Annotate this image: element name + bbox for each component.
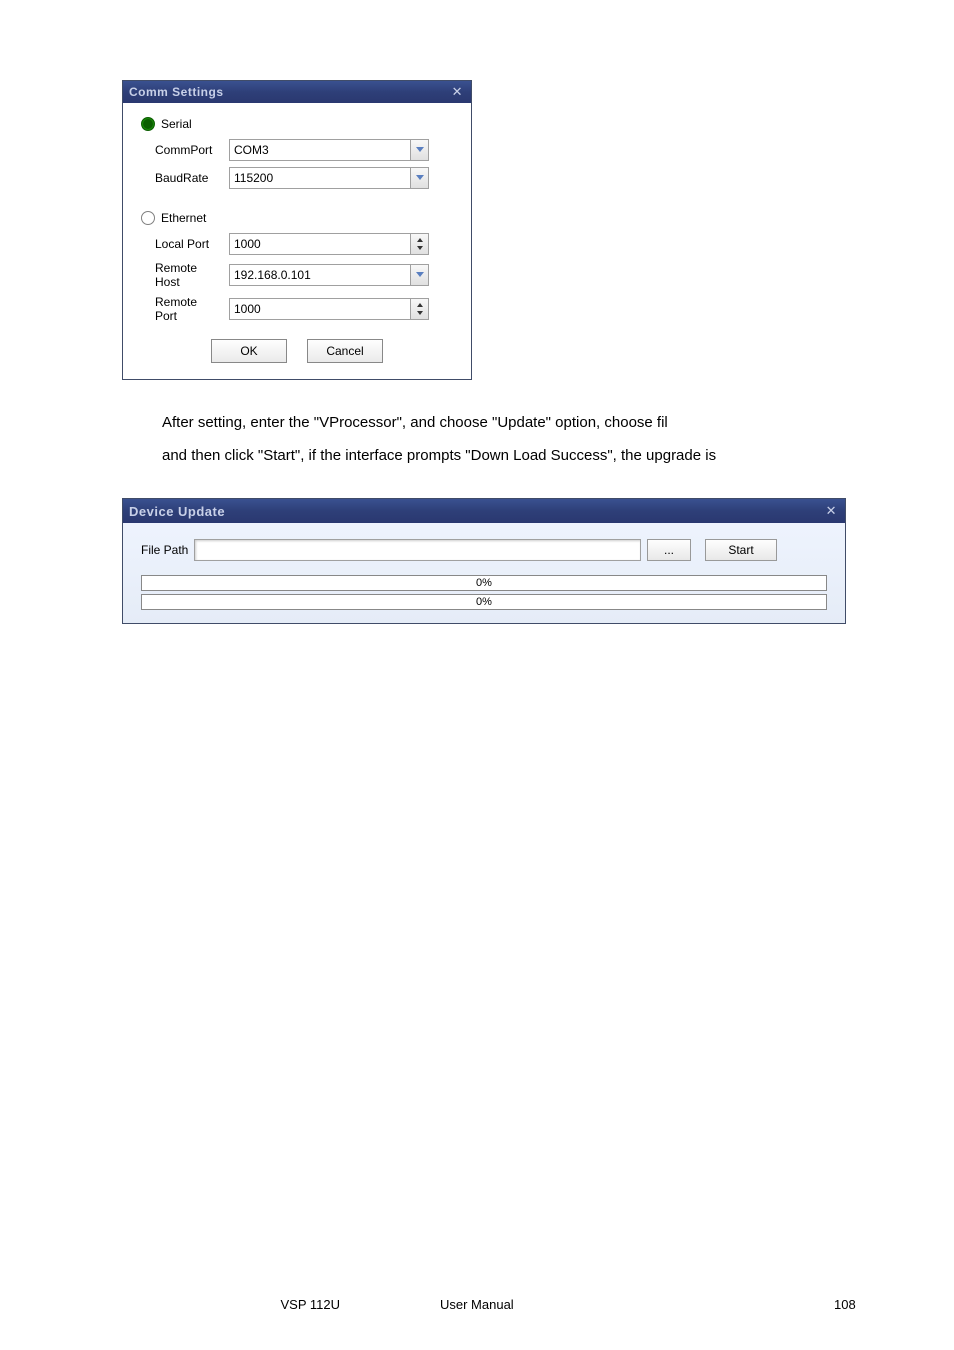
remotehost-select[interactable]: 192.168.0.101: [229, 264, 429, 286]
remoteport-value: 1000: [230, 302, 410, 316]
baudrate-value: 115200: [230, 171, 410, 185]
remotehost-value: 192.168.0.101: [230, 268, 410, 282]
localport-label: Local Port: [141, 237, 221, 251]
start-button[interactable]: Start: [705, 539, 777, 561]
instruction-paragraph: After setting, enter the "VProcessor", a…: [122, 406, 852, 472]
instruction-line-2: and then click "Start", if the interface…: [162, 439, 852, 472]
spinner-icon[interactable]: [410, 234, 428, 254]
filepath-input[interactable]: [194, 539, 641, 561]
ethernet-label: Ethernet: [161, 211, 206, 225]
remotehost-label: Remote Host: [141, 261, 221, 289]
ethernet-radio-row[interactable]: Ethernet: [141, 211, 453, 225]
browse-button[interactable]: ...: [647, 539, 691, 561]
chevron-down-icon[interactable]: [410, 265, 428, 285]
baudrate-label: BaudRate: [141, 171, 221, 185]
instruction-line-1: After setting, enter the "VProcessor", a…: [162, 406, 852, 439]
footer-page: 108: [834, 1297, 954, 1312]
spinner-icon[interactable]: [410, 299, 428, 319]
ok-button[interactable]: OK: [211, 339, 287, 363]
radio-unselected-icon[interactable]: [141, 211, 155, 225]
comm-settings-dialog: Comm Settings ✕ Serial CommPort COM3 Bau…: [122, 80, 472, 380]
serial-radio-row[interactable]: Serial: [141, 117, 453, 131]
footer-model: VSP 112U: [0, 1297, 380, 1312]
progress-bar-1: 0%: [141, 575, 827, 591]
footer-doctype: User Manual: [380, 1297, 834, 1312]
device-update-title: Device Update: [129, 504, 225, 519]
serial-label: Serial: [161, 117, 192, 131]
chevron-down-icon[interactable]: [410, 168, 428, 188]
filepath-label: File Path: [141, 543, 188, 557]
baudrate-select[interactable]: 115200: [229, 167, 429, 189]
close-icon[interactable]: ✕: [826, 503, 837, 519]
commport-value: COM3: [230, 143, 410, 157]
progress-value-1: 0%: [476, 577, 492, 589]
comm-settings-title: Comm Settings: [129, 85, 224, 99]
remoteport-label: Remote Port: [141, 295, 221, 323]
radio-selected-icon[interactable]: [141, 117, 155, 131]
progress-bar-2: 0%: [141, 594, 827, 610]
commport-label: CommPort: [141, 143, 221, 157]
remoteport-input[interactable]: 1000: [229, 298, 429, 320]
page-footer: VSP 112U User Manual 108: [0, 1297, 954, 1312]
commport-select[interactable]: COM3: [229, 139, 429, 161]
cancel-button[interactable]: Cancel: [307, 339, 383, 363]
localport-input[interactable]: 1000: [229, 233, 429, 255]
progress-value-2: 0%: [476, 596, 492, 608]
device-update-dialog: Device Update ✕ File Path ... Start 0% 0…: [122, 498, 846, 624]
close-icon[interactable]: ✕: [452, 84, 463, 100]
localport-value: 1000: [230, 237, 410, 251]
device-update-titlebar: Device Update ✕: [123, 499, 845, 523]
comm-settings-titlebar: Comm Settings ✕: [123, 81, 471, 103]
chevron-down-icon[interactable]: [410, 140, 428, 160]
